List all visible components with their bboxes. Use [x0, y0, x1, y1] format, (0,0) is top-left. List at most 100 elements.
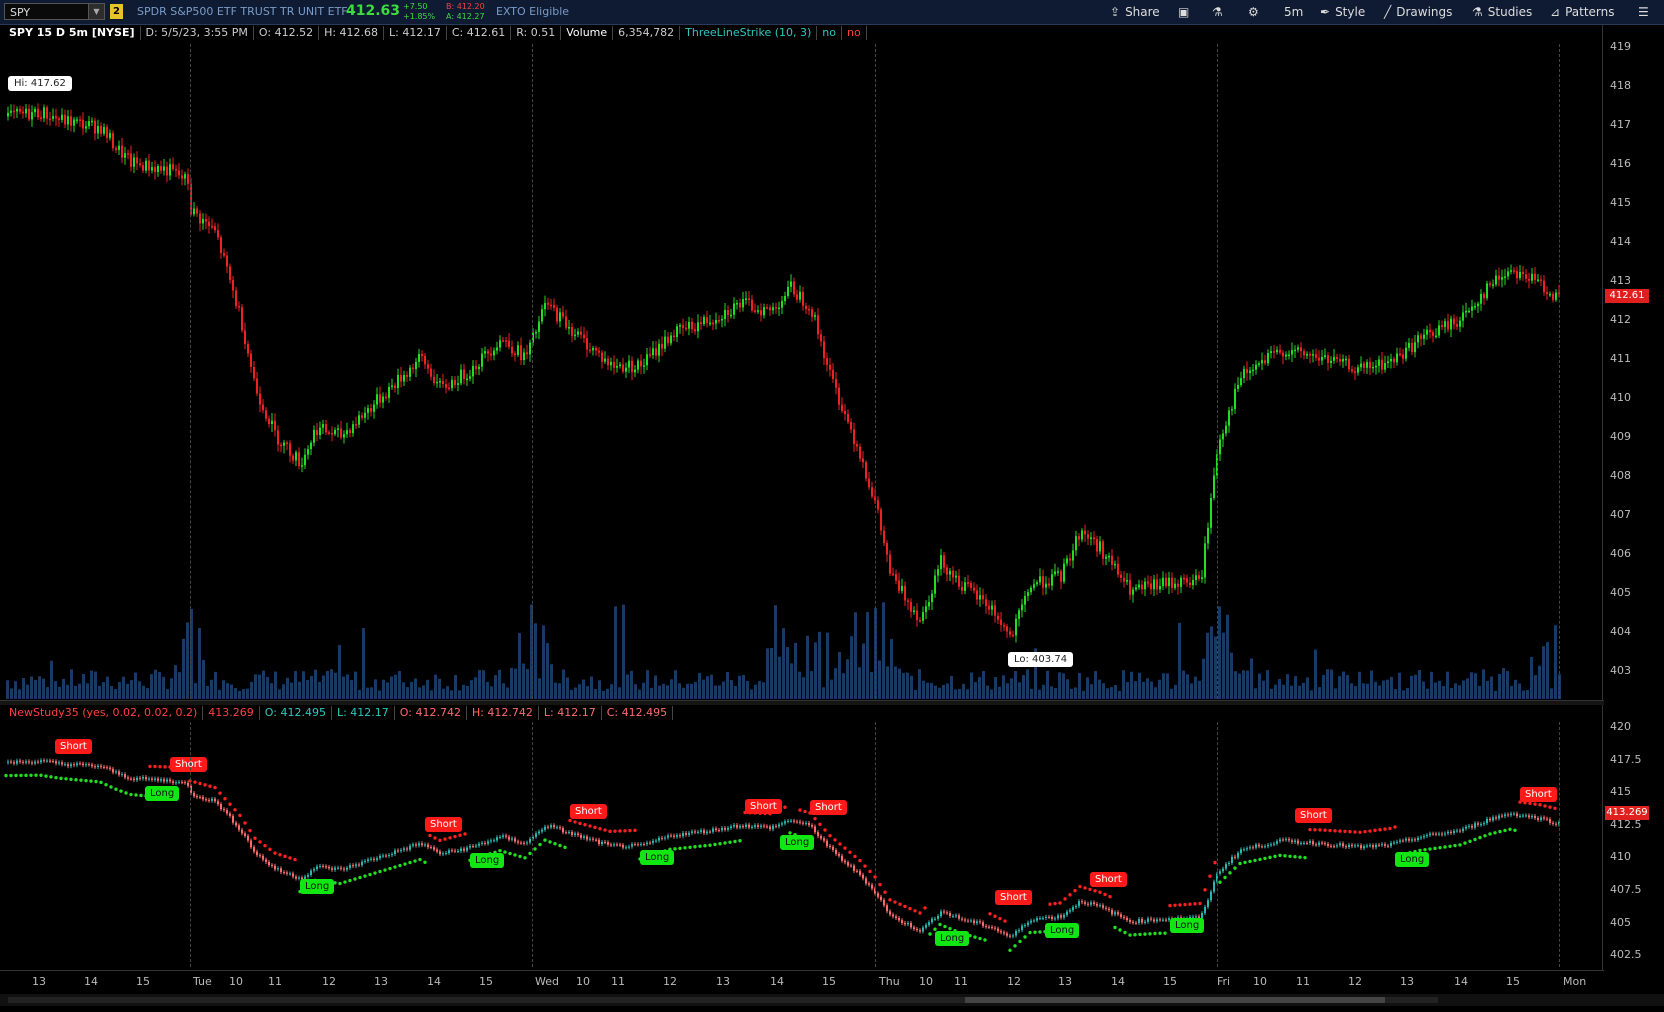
study-candle-body	[337, 867, 339, 869]
study-label[interactable]: ThreeLineStrike (10, 3)	[680, 26, 818, 40]
study-candle-body	[703, 830, 705, 834]
volume-bar	[398, 671, 401, 699]
sar-dot	[1473, 837, 1477, 842]
sar-dot	[4, 773, 8, 778]
timeframe-button[interactable]: 5m	[1284, 2, 1303, 22]
candle-body	[745, 298, 747, 301]
study-candle-body	[1522, 815, 1524, 817]
volume-bar	[462, 684, 465, 699]
price-chart[interactable]	[0, 44, 1602, 699]
menu-button[interactable]: ☰	[1638, 2, 1649, 22]
studies-button[interactable]: ⚗ Studies	[1472, 2, 1532, 22]
share-button[interactable]: ⇪ Share	[1110, 2, 1160, 22]
volume-bar	[26, 684, 29, 699]
volume-bar	[1094, 671, 1097, 699]
sar-dot	[1283, 854, 1287, 858]
time-tick-label: 13	[32, 975, 46, 988]
symbol-dropdown-icon[interactable]: ▼	[88, 3, 105, 20]
sar-dot	[1343, 829, 1347, 834]
study-candle-body	[544, 826, 546, 830]
study-candle-body	[1480, 824, 1482, 826]
sar-dot	[1498, 829, 1502, 834]
study-candle-body	[454, 850, 456, 852]
study-name[interactable]: NewStudy35 (yes, 0.02, 0.02, 0.2)	[4, 706, 204, 720]
session-divider	[190, 722, 191, 967]
candle-body	[1294, 349, 1296, 352]
study-candle-body	[736, 825, 738, 828]
study-candle-body	[370, 858, 372, 860]
settings-button[interactable]: ⚙	[1248, 2, 1259, 22]
volume-bar	[490, 686, 493, 699]
volume-bar	[442, 688, 445, 699]
volume-bar	[198, 627, 201, 699]
candle-body	[1087, 534, 1089, 539]
study-candle-body	[1069, 910, 1071, 912]
volume-bar	[722, 681, 725, 699]
volume-bar	[1134, 681, 1137, 699]
candle-body	[1507, 271, 1509, 277]
snapshot-button[interactable]: ▣	[1178, 2, 1189, 22]
volume-bar	[1222, 632, 1225, 699]
volume-bar	[446, 686, 449, 699]
sar-dot	[558, 843, 562, 848]
candle-body	[481, 353, 483, 367]
patterns-button[interactable]: ⊿ Patterns	[1550, 2, 1615, 22]
volume-bar	[322, 675, 325, 699]
candle-body	[1225, 425, 1227, 434]
volume-bar	[46, 687, 49, 699]
horizontal-scrollbar[interactable]	[0, 994, 1664, 1006]
sar-dot	[543, 838, 547, 842]
link-badge[interactable]: 2	[110, 4, 123, 19]
study-candle-body	[1282, 839, 1284, 841]
study-candle-body	[1159, 919, 1161, 921]
candle-body	[757, 310, 759, 312]
volume-bar	[590, 676, 593, 699]
candle-body	[1123, 577, 1125, 582]
volume-bar	[1470, 672, 1473, 699]
candle-body	[1441, 325, 1443, 328]
study-candle-body	[226, 810, 228, 814]
volume-bar	[1542, 646, 1545, 699]
study-candle-body	[64, 764, 66, 766]
style-button[interactable]: ✒ Style	[1320, 2, 1365, 22]
high-annotation: Hi: 417.62	[8, 76, 72, 91]
volume-bar	[986, 685, 989, 699]
volume-bar	[162, 676, 165, 699]
candle-body	[244, 330, 246, 345]
sar-dot	[1088, 887, 1092, 892]
volume-bar	[698, 673, 701, 699]
volume-bar	[62, 678, 65, 699]
study-candle-body	[835, 850, 837, 854]
candle-body	[1477, 303, 1479, 307]
study-candle-body	[355, 864, 357, 867]
study-candle-body	[196, 796, 198, 798]
candle-body	[577, 331, 579, 335]
candle-body	[466, 378, 468, 381]
drawings-button[interactable]: ╱ Drawings	[1384, 2, 1452, 22]
candle-body	[1057, 571, 1059, 573]
study-candle-body	[1324, 843, 1326, 845]
study-candle-body	[1267, 844, 1269, 847]
volume-bar	[538, 678, 541, 699]
candle-body	[1267, 353, 1269, 364]
scroll-thumb[interactable]	[965, 997, 1385, 1003]
candle-body	[1417, 335, 1419, 343]
study-candle-body	[298, 877, 300, 879]
volume-bar	[86, 683, 89, 699]
axis-separator	[1602, 24, 1603, 970]
candle-body	[145, 160, 147, 171]
study-candle-body	[931, 918, 933, 923]
flask-button[interactable]: ⚗	[1212, 2, 1223, 22]
volume-bar	[1262, 680, 1265, 699]
candle-body	[484, 351, 486, 354]
volume-bar	[966, 689, 969, 699]
last-price-marker: 412.61	[1605, 289, 1649, 303]
price-tick-label: 412	[1610, 313, 1631, 326]
candle-body	[124, 153, 126, 158]
volume-bar	[898, 668, 901, 699]
volume-bar	[338, 644, 341, 699]
volume-bar	[1018, 682, 1021, 699]
study-candle-body	[1027, 922, 1029, 926]
volume-bar	[1010, 678, 1013, 699]
volume-bar	[730, 680, 733, 699]
